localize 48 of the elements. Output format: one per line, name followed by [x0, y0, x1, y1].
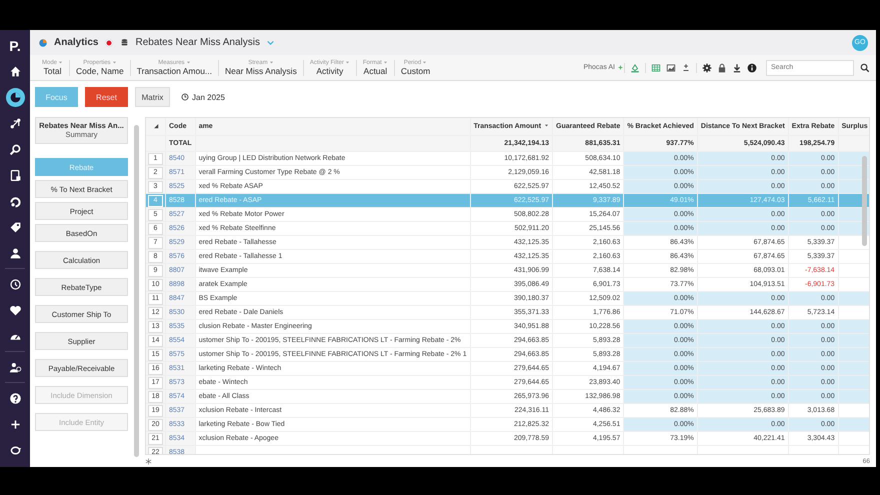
heart-icon[interactable]	[8, 304, 22, 316]
dropdown-value: Code, Name	[76, 66, 124, 76]
dropdown-value: Custom	[400, 66, 430, 76]
people-icon[interactable]	[8, 360, 22, 374]
vertical-scrollbar[interactable]	[862, 156, 867, 246]
search-icon[interactable]	[860, 62, 870, 72]
caret-icon	[268, 60, 274, 65]
caret-icon	[112, 60, 117, 65]
chart-icon[interactable]	[666, 62, 676, 72]
app-name: Analytics	[54, 37, 98, 48]
dropdown-value: Actual	[364, 66, 388, 76]
caret-icon	[382, 60, 388, 65]
caret-icon	[58, 60, 64, 65]
sort-caret-icon[interactable]	[544, 123, 550, 128]
lock-icon[interactable]	[717, 62, 727, 72]
report-title: Rebates Near Miss Analysis	[135, 37, 260, 48]
clock-icon	[181, 93, 189, 101]
dropdown-value: Transaction Amou...	[136, 66, 212, 76]
person-icon[interactable]	[8, 246, 22, 260]
caret-icon	[186, 60, 191, 65]
pie-chart-icon[interactable]	[8, 90, 22, 104]
analytics-logo-icon	[38, 38, 48, 48]
app-logo[interactable]: P.	[9, 34, 21, 58]
home-icon[interactable]	[8, 64, 22, 78]
dropdown-value: Near Miss Analysis	[225, 66, 297, 76]
magnifier-icon[interactable]	[8, 142, 22, 156]
grid-icon[interactable]	[651, 62, 661, 72]
plus-minus-icon[interactable]	[681, 62, 691, 72]
history-icon[interactable]	[8, 278, 22, 290]
settings-icon[interactable]	[702, 62, 712, 72]
cycle-icon[interactable]	[8, 194, 22, 208]
caret-icon	[422, 60, 428, 65]
help-icon[interactable]	[8, 392, 22, 404]
caret-icon	[344, 60, 350, 65]
plus-icon[interactable]	[8, 418, 22, 430]
dropdown-value: Activity	[316, 66, 344, 76]
corner-triangle-icon[interactable]	[152, 122, 158, 128]
download-icon[interactable]	[732, 62, 742, 72]
record-icon	[104, 38, 114, 48]
database-icon	[120, 38, 130, 47]
matrix-button[interactable]: Matrix	[135, 87, 170, 107]
flow-icon[interactable]	[8, 116, 22, 130]
period-date[interactable]: Jan 2025	[192, 92, 225, 102]
dropdown-value: Total	[44, 66, 62, 76]
snowflake-icon[interactable]	[145, 458, 152, 464]
tag-icon[interactable]	[8, 220, 22, 234]
report-icon[interactable]	[8, 168, 22, 182]
info-icon[interactable]	[747, 62, 757, 72]
